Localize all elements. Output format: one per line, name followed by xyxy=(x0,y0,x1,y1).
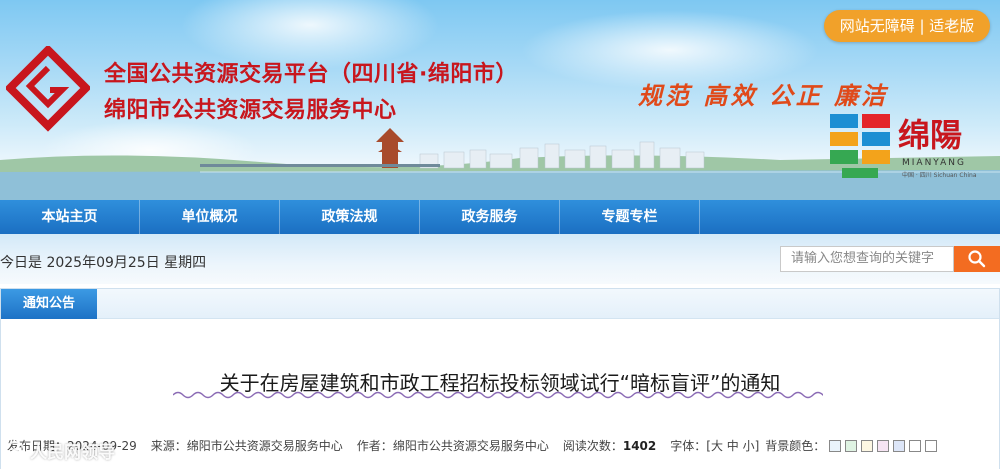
nav-item-policy[interactable]: 政策法规 xyxy=(280,200,420,234)
bg-color-swatch[interactable] xyxy=(925,440,938,452)
view-count: 1402 xyxy=(622,438,657,453)
accessibility-button[interactable]: 网站无障碍 | 适老版 xyxy=(824,10,990,42)
platform-title: 全国公共资源交易平台（四川省·绵阳市） xyxy=(104,62,518,87)
nav-item-services[interactable]: 政务服务 xyxy=(420,200,560,234)
bg-color-swatch[interactable] xyxy=(877,440,890,452)
panel-header: 通知公告 xyxy=(1,289,999,319)
watermark-text: 人民网领导 xyxy=(30,443,115,463)
article-meta: 发布日期： 2024-09-29 来源： 绵阳市公共资源交易服务中心 作者： 绵… xyxy=(7,437,938,454)
mianyang-city-logo xyxy=(830,114,890,178)
bg-color-swatch[interactable] xyxy=(861,440,874,452)
city-name-en: MIANYANG xyxy=(902,158,966,168)
search-button[interactable] xyxy=(954,246,1000,272)
center-title: 绵阳市公共资源交易服务中心 xyxy=(104,98,397,123)
bg-color-swatch[interactable] xyxy=(893,440,906,452)
author-label: 作者： xyxy=(356,439,393,453)
watermark-logo-icon xyxy=(5,440,25,461)
nav-item-home[interactable]: 本站主页 xyxy=(0,200,140,234)
title-underline xyxy=(173,391,823,399)
content-panel: 通知公告 关于在房屋建筑和市政工程招标投标领域试行“暗标盲评”的通知 发布日期：… xyxy=(0,288,1000,469)
bg-color-swatch[interactable] xyxy=(829,440,842,452)
source-label: 来源： xyxy=(150,439,187,453)
info-bar: 今日是 2025年09月25日 星期四 请输入您想查询的关键字 xyxy=(0,234,1000,284)
main-nav: 本站主页 单位概况 政策法规 政务服务 专题专栏 xyxy=(0,200,1000,234)
watermark: 人民网领导 xyxy=(4,438,115,463)
bg-color-swatches xyxy=(825,439,938,453)
platform-logo xyxy=(6,46,90,132)
author: 绵阳市公共资源交易服务中心 xyxy=(392,439,549,453)
font-size-options[interactable]: [大 中 小] xyxy=(706,437,759,454)
current-date: 今日是 2025年09月25日 星期四 xyxy=(0,255,207,271)
city-subtitle: 中国 · 四川 Sichuan China xyxy=(902,172,977,179)
views-label: 阅读次数： xyxy=(562,439,623,453)
city-name: 绵陽 xyxy=(898,116,963,154)
bg-color-label: 背景颜色： xyxy=(765,439,826,453)
nav-item-topics[interactable]: 专题专栏 xyxy=(560,200,700,234)
search-input[interactable]: 请输入您想查询的关键字 xyxy=(780,246,954,272)
tab-notices[interactable]: 通知公告 xyxy=(1,289,97,319)
slogan: 规范 高效 公正 廉洁 xyxy=(638,81,889,110)
bg-color-swatch[interactable] xyxy=(909,440,922,452)
nav-item-overview[interactable]: 单位概况 xyxy=(140,200,280,234)
font-size-label: 字体： xyxy=(670,439,707,453)
search-icon xyxy=(968,250,986,268)
bg-color-swatch[interactable] xyxy=(845,440,858,452)
header-banner: 全国公共资源交易平台（四川省·绵阳市） 绵阳市公共资源交易服务中心 规范 高效 … xyxy=(0,0,1000,200)
source: 绵阳市公共资源交易服务中心 xyxy=(186,439,343,453)
